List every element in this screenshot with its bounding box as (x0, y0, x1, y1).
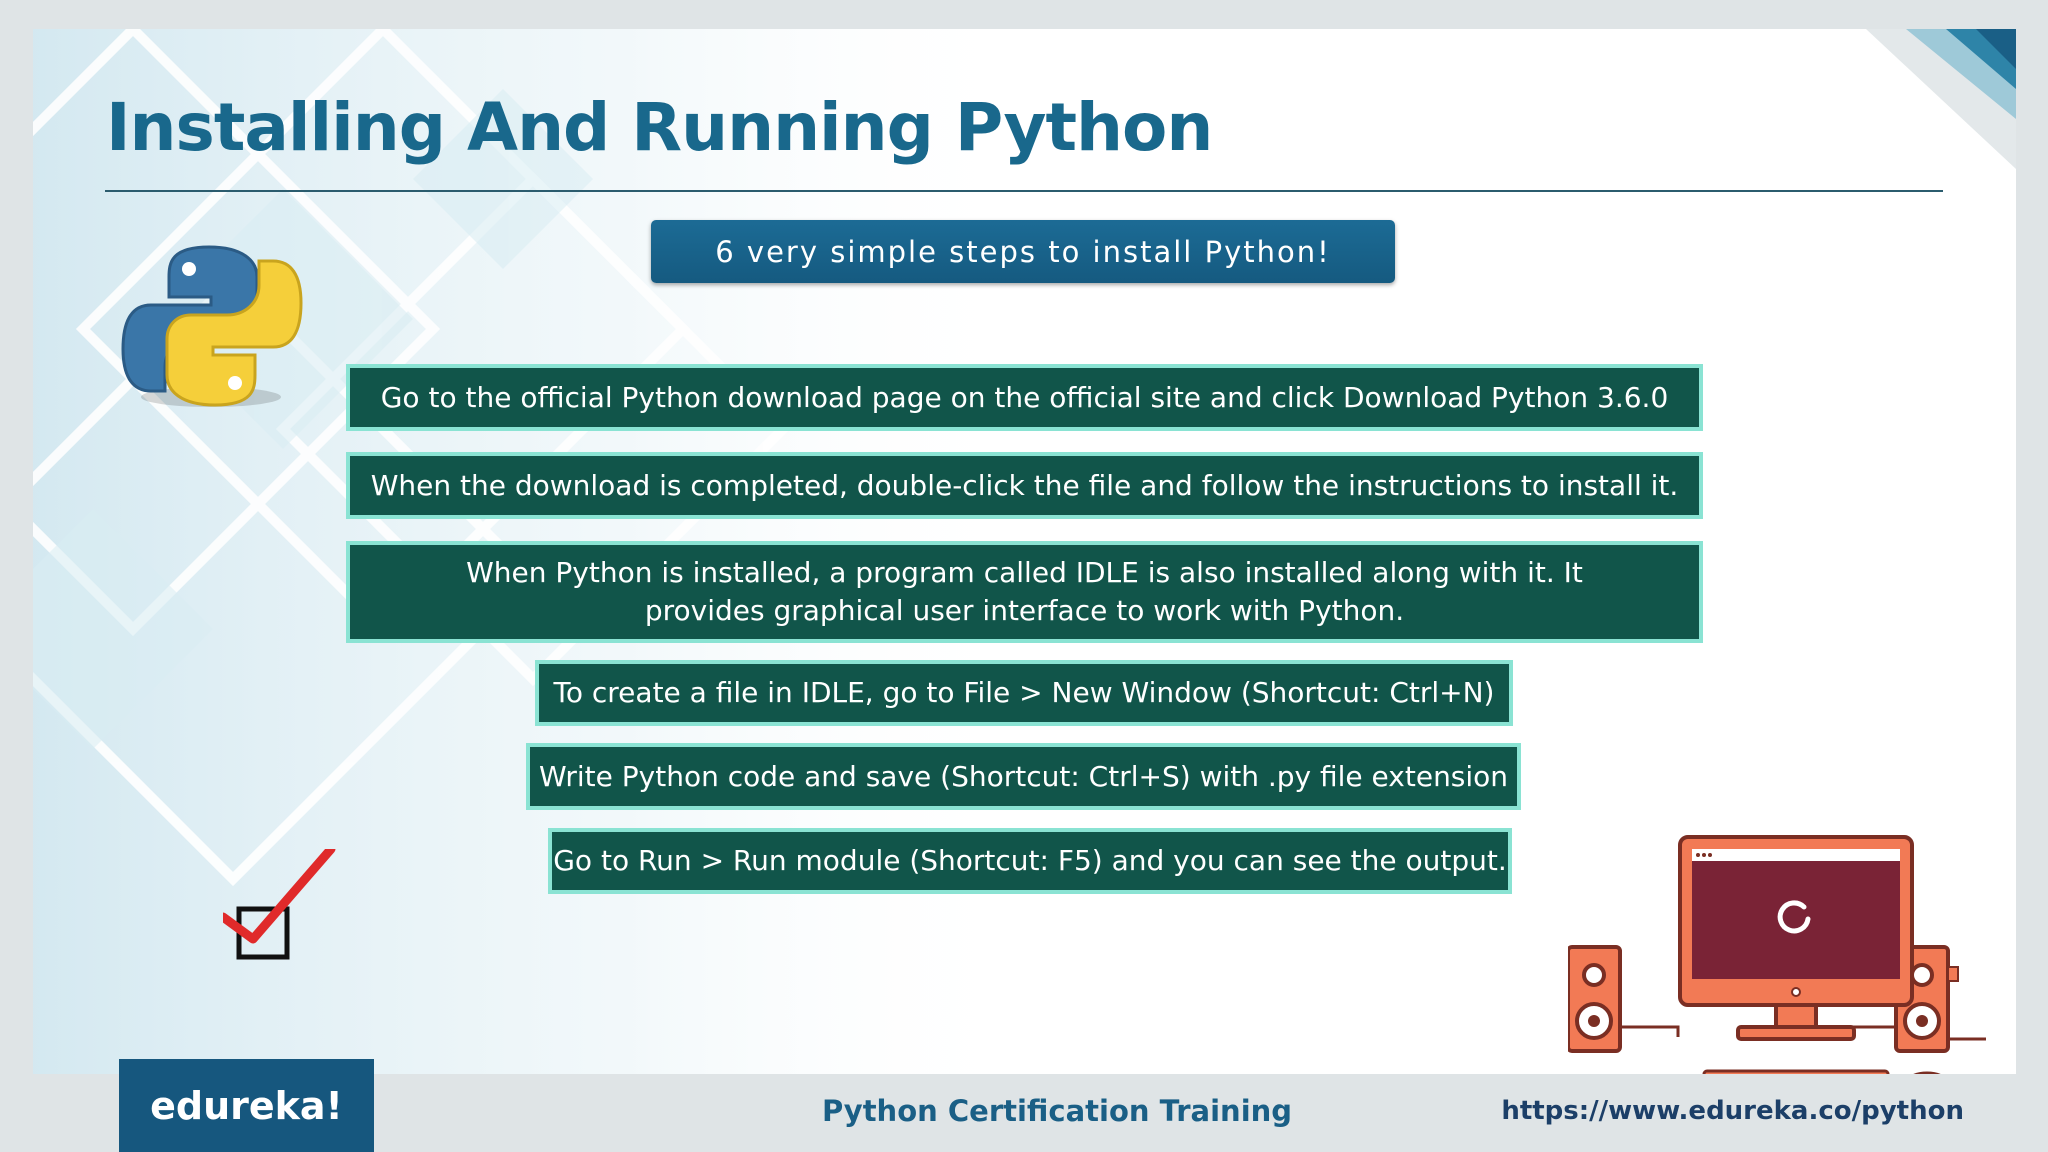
title-divider (105, 190, 1943, 192)
corner-decoration (1866, 29, 2016, 169)
python-logo-icon (121, 245, 303, 407)
install-steps-banner: 6 very simple steps to install Python! (651, 220, 1395, 283)
step-4-new-file: To create a file in IDLE, go to File > N… (535, 660, 1513, 726)
step-3-idle: When Python is installed, a program call… (346, 541, 1703, 643)
page-title: Installing And Running Python (106, 89, 1213, 166)
step-2-install: When the download is completed, double-c… (346, 452, 1703, 519)
course-url-link[interactable]: https://www.edureka.co/python (1501, 1096, 1964, 1126)
step-6-run: Go to Run > Run module (Shortcut: F5) an… (548, 828, 1512, 894)
desktop-computer-icon (1568, 835, 1986, 1074)
step-1-download: Go to the official Python download page … (346, 364, 1703, 431)
checkbox-checked-icon (223, 849, 336, 960)
course-title: Python Certification Training (822, 1094, 1293, 1128)
edureka-logo: edureka! (119, 1059, 374, 1152)
step-5-save: Write Python code and save (Shortcut: Ct… (526, 743, 1521, 810)
slide: Installing And Running Python 6 very sim… (33, 29, 2016, 1074)
